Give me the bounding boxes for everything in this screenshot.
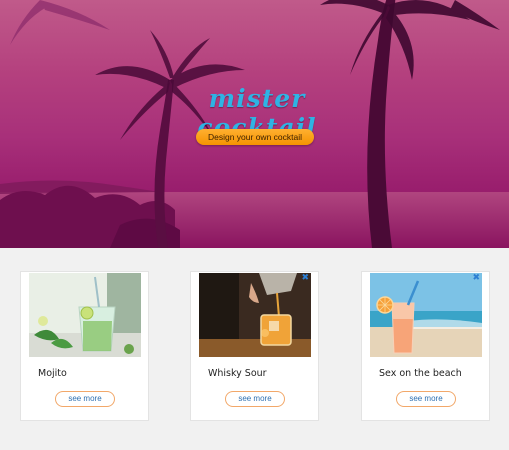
cocktail-name: Whisky Sour xyxy=(208,368,267,379)
cocktail-card-sex-on-the-beach[interactable]: ✖ Sex on the beach see more xyxy=(361,271,490,421)
cocktail-card-whisky-sour[interactable]: ✖ Whisky Sour see more xyxy=(190,271,319,421)
see-more-button[interactable]: see more xyxy=(396,391,456,407)
design-cocktail-button[interactable]: Design your own cocktail xyxy=(196,129,314,145)
see-more-button[interactable]: see more xyxy=(55,391,115,407)
mojito-photo xyxy=(29,273,141,357)
cocktail-card-mojito[interactable]: Mojito see more xyxy=(20,271,149,421)
whisky-sour-photo: ✖ xyxy=(199,273,311,357)
cocktail-name: Sex on the beach xyxy=(379,368,462,379)
close-icon[interactable]: ✖ xyxy=(301,273,309,282)
close-icon[interactable]: ✖ xyxy=(472,273,480,282)
cocktail-name: Mojito xyxy=(38,368,67,379)
see-more-button[interactable]: see more xyxy=(225,391,285,407)
hero-banner: mister cocktail Design your own cocktail xyxy=(0,0,509,248)
sex-on-the-beach-photo: ✖ xyxy=(370,273,482,357)
